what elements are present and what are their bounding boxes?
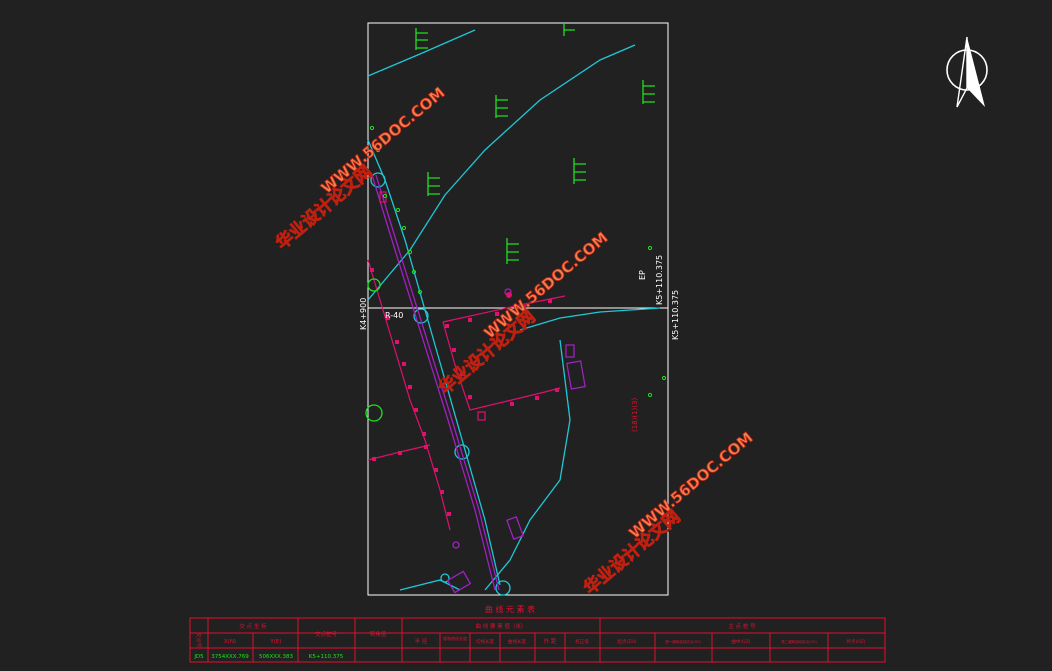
th-angle: 转角值 xyxy=(370,630,387,638)
table-header-text: 交点号 交 点 坐 标 X(N) Y(E) 交点桩号 转角值 曲 线 要 素 值… xyxy=(195,622,866,648)
watermark-3-url: WWW.56DOC.COM xyxy=(626,429,757,543)
th-coords: 交 点 坐 标 xyxy=(239,622,267,630)
th-point-no: 交点号 xyxy=(195,632,202,647)
vegetation-symbols xyxy=(365,24,655,422)
th-sub-5: 校正值 xyxy=(575,638,589,645)
th-curve-elements: 曲 线 要 素 值（米） xyxy=(476,622,527,630)
radius-label: R-40 xyxy=(385,311,403,320)
th-point-3: 第二缓和曲线起点(YH) xyxy=(781,639,817,644)
th-station: 交点桩号 xyxy=(315,630,338,638)
cell-x: 3754XXX.769 xyxy=(211,654,249,660)
th-point-1: 第一缓和曲线终点(HY) xyxy=(665,639,701,644)
th-y: Y(E) xyxy=(269,639,281,645)
table-title: 曲 线 元 素 表 xyxy=(485,604,535,614)
th-sub-0: 半 径 xyxy=(415,637,428,645)
th-sub-2: 切线长度 xyxy=(476,638,494,645)
north-arrow-icon xyxy=(946,36,988,108)
station-label-right-upper: K5+110.375 xyxy=(655,255,664,305)
th-point-4: 终点(HZ) xyxy=(847,638,866,645)
red-annotation: (18)(1)(3) xyxy=(631,398,639,432)
th-sub-1: 缓和曲线长度 xyxy=(443,635,467,641)
th-sub-4: 外 距 xyxy=(544,637,557,645)
watermark-1-url: WWW.56DOC.COM xyxy=(318,84,449,198)
station-label-right-lower: K5+110.375 xyxy=(671,290,680,340)
cad-drawing-canvas: K4+900 K5+110.375 K5+110.375 R-40 EP (18… xyxy=(0,0,1052,671)
th-main-points: 主 点 桩 号 xyxy=(728,622,756,630)
watermark-1: 华业设计论文网 WWW.56DOC.COM xyxy=(271,83,449,254)
cell-y: 506XXX.383 xyxy=(259,654,294,660)
th-point-0: 起点(ZH) xyxy=(618,639,637,645)
watermark-2-url: WWW.56DOC.COM xyxy=(481,229,612,343)
cell-station: K5+110.375 xyxy=(309,654,344,660)
watermark-3: 华业设计论文网 WWW.56DOC.COM xyxy=(579,428,757,599)
th-x: X(N) xyxy=(224,639,236,645)
table-row: JD5 3754XXX.769 506XXX.383 K5+110.375 xyxy=(193,654,343,660)
th-point-2: 曲中(QZ) xyxy=(731,638,750,645)
vegetation-dots xyxy=(369,125,667,398)
drawing-svg: K4+900 K5+110.375 K5+110.375 R-40 EP (18… xyxy=(189,22,988,663)
cell-no: JD5 xyxy=(193,654,204,660)
watermark-1-cn: 华业设计论文网 xyxy=(272,161,377,254)
station-label-left: K4+900 xyxy=(359,298,368,330)
watermark-3-cn: 华业设计论文网 xyxy=(580,506,685,599)
ep-label: EP xyxy=(638,270,647,280)
th-sub-3: 曲线长度 xyxy=(508,638,526,645)
